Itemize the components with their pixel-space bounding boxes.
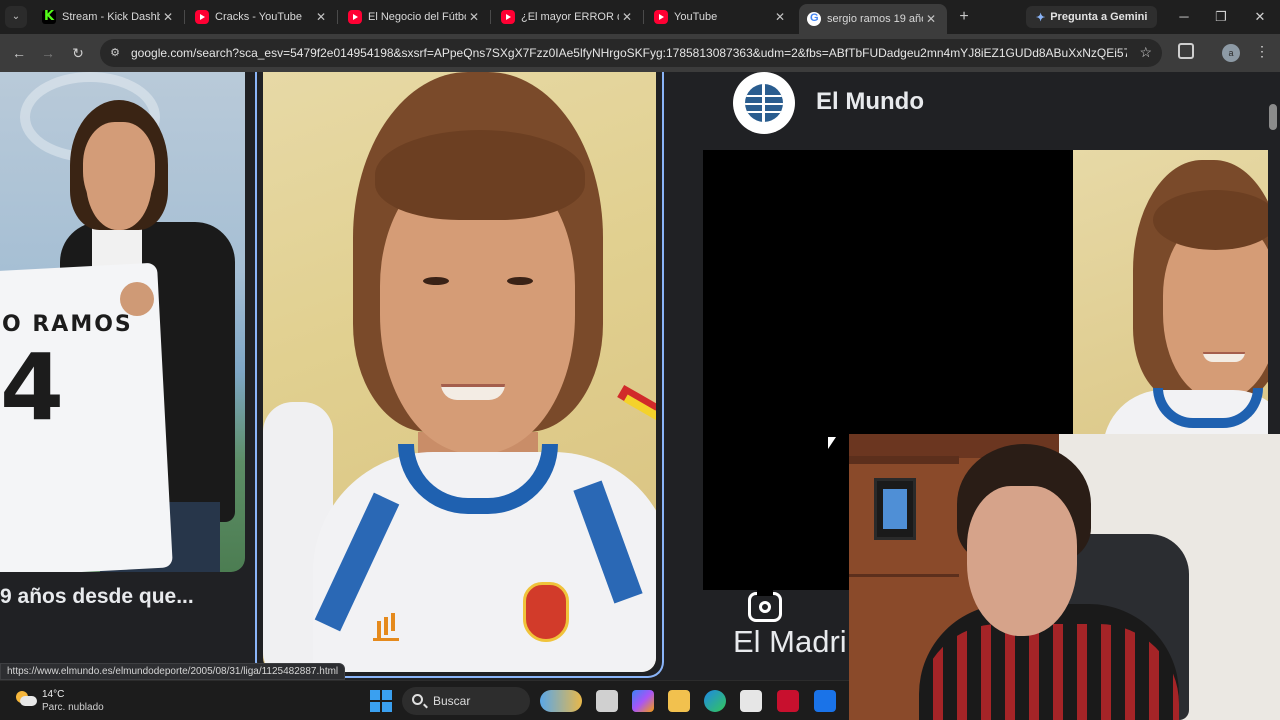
adidas-logo-icon xyxy=(373,617,399,641)
copilot-icon[interactable] xyxy=(632,690,654,712)
windows-taskbar: 14°C Parc. nublado Buscar xyxy=(0,680,849,720)
minimize-icon[interactable]: ─ xyxy=(1173,6,1195,28)
streamer-face xyxy=(967,486,1077,636)
tab-search-button[interactable]: ⌄ xyxy=(5,6,27,28)
weather-description: Parc. nublado xyxy=(42,702,104,713)
store-icon[interactable] xyxy=(740,690,762,712)
image-result-left[interactable]: O RAMOS 4 xyxy=(0,72,245,572)
address-bar[interactable]: ⚙ google.com/search?sca_esv=5479f2e01495… xyxy=(100,39,1162,67)
gemini-sparkle-icon: ✦ xyxy=(1036,11,1046,24)
windows-start-icon[interactable] xyxy=(370,690,392,712)
mail-icon[interactable] xyxy=(814,690,836,712)
jersey-number: 4 xyxy=(0,334,65,441)
tab-close-icon[interactable]: ✕ xyxy=(772,10,788,24)
webcam-overlay xyxy=(849,434,1280,720)
tab-google-search-active[interactable]: sergio ramos 19 años ✕ xyxy=(799,4,947,34)
mouse-cursor-icon xyxy=(828,437,838,453)
task-view-icon[interactable] xyxy=(596,690,618,712)
scrollbar-thumb[interactable] xyxy=(1269,104,1277,130)
source-logo[interactable] xyxy=(733,72,795,134)
tab-close-icon[interactable]: ✕ xyxy=(923,12,939,26)
tab-title: YouTube xyxy=(674,11,718,23)
search-icon xyxy=(412,694,423,705)
globe-icon xyxy=(745,84,783,122)
close-window-icon[interactable]: ✕ xyxy=(1249,6,1271,28)
tab-kick[interactable]: Stream - Kick Dashbo ✕ xyxy=(34,4,185,30)
article-title[interactable]: El Madri xyxy=(733,624,847,660)
image-result-selected[interactable] xyxy=(255,72,664,678)
restore-icon[interactable]: ❐ xyxy=(1210,6,1232,28)
weather-temperature: 14°C xyxy=(42,689,65,700)
back-button[interactable]: ← xyxy=(9,43,29,63)
new-tab-button[interactable]: + xyxy=(956,8,972,26)
tab-youtube[interactable]: YouTube ✕ xyxy=(646,4,796,30)
tab-title: Cracks - YouTube xyxy=(215,11,303,23)
youtube-icon xyxy=(348,10,362,24)
player-face xyxy=(83,122,155,217)
tab-mayor-error[interactable]: ¿El mayor ERROR de ✕ xyxy=(493,4,644,30)
extensions-icon[interactable] xyxy=(1178,43,1194,59)
screen: ⌄ Stream - Kick Dashbo ✕ Cracks - YouTub… xyxy=(0,0,1280,720)
youtube-icon xyxy=(654,10,668,24)
preview-image[interactable] xyxy=(1073,150,1268,434)
reload-button[interactable]: ↻ xyxy=(68,43,88,63)
tab-title: Stream - Kick Dashbo xyxy=(62,11,160,23)
tab-title: El Negocio del Fútbo xyxy=(368,11,466,23)
tab-strip: ⌄ Stream - Kick Dashbo ✕ Cracks - YouTub… xyxy=(0,0,1280,34)
tab-close-icon[interactable]: ✕ xyxy=(466,10,482,24)
forward-button[interactable]: → xyxy=(38,43,58,63)
taskbar-search-label: Buscar xyxy=(433,694,471,708)
youtube-icon xyxy=(195,10,209,24)
tab-el-negocio[interactable]: El Negocio del Fútbo ✕ xyxy=(340,4,491,30)
source-name[interactable]: El Mundo xyxy=(816,88,924,116)
weather-widget[interactable]: 14°C Parc. nublado xyxy=(14,687,124,715)
tab-close-icon[interactable]: ✕ xyxy=(313,10,329,24)
bookmark-star-icon[interactable]: ☆ xyxy=(1139,44,1152,61)
tab-cracks-youtube[interactable]: Cracks - YouTube ✕ xyxy=(187,4,338,30)
striped-shirt xyxy=(919,624,1179,720)
tab-title: ¿El mayor ERROR de xyxy=(521,11,619,23)
kick-icon xyxy=(42,9,56,24)
gemini-label: Pregunta a Gemini xyxy=(1050,11,1148,23)
taskbar-search[interactable]: Buscar xyxy=(402,687,530,715)
edge-icon[interactable] xyxy=(704,690,726,712)
copilot-widget-icon[interactable] xyxy=(540,690,582,712)
partly-cloudy-icon xyxy=(16,691,37,707)
google-lens-icon[interactable] xyxy=(748,590,782,624)
youtube-icon xyxy=(501,10,515,24)
file-explorer-icon[interactable] xyxy=(668,690,690,712)
tab-close-icon[interactable]: ✕ xyxy=(619,10,635,24)
link-status-bubble: https://www.elmundo.es/elmundodeporte/20… xyxy=(0,663,346,680)
address-url[interactable]: google.com/search?sca_esv=5479f2e0149541… xyxy=(131,46,1127,61)
google-icon xyxy=(807,12,821,26)
federation-crest-icon xyxy=(523,582,569,642)
site-info-icon[interactable]: ⚙ xyxy=(108,46,122,60)
tab-close-icon[interactable]: ✕ xyxy=(160,10,176,24)
menu-kebab-icon[interactable]: ⋮ xyxy=(1255,43,1269,60)
browser-toolbar: ← → ↻ ⚙ google.com/search?sca_esv=5479f2… xyxy=(0,34,1280,72)
image-result-caption[interactable]: 9 años desde que... xyxy=(0,585,245,609)
mcafee-icon[interactable] xyxy=(777,690,799,712)
tab-title: sergio ramos 19 años xyxy=(827,13,923,25)
gemini-button[interactable]: ✦ Pregunta a Gemini xyxy=(1026,6,1158,28)
framed-picture xyxy=(874,478,916,540)
profile-avatar[interactable]: a xyxy=(1222,44,1240,62)
player-photo xyxy=(263,72,656,672)
